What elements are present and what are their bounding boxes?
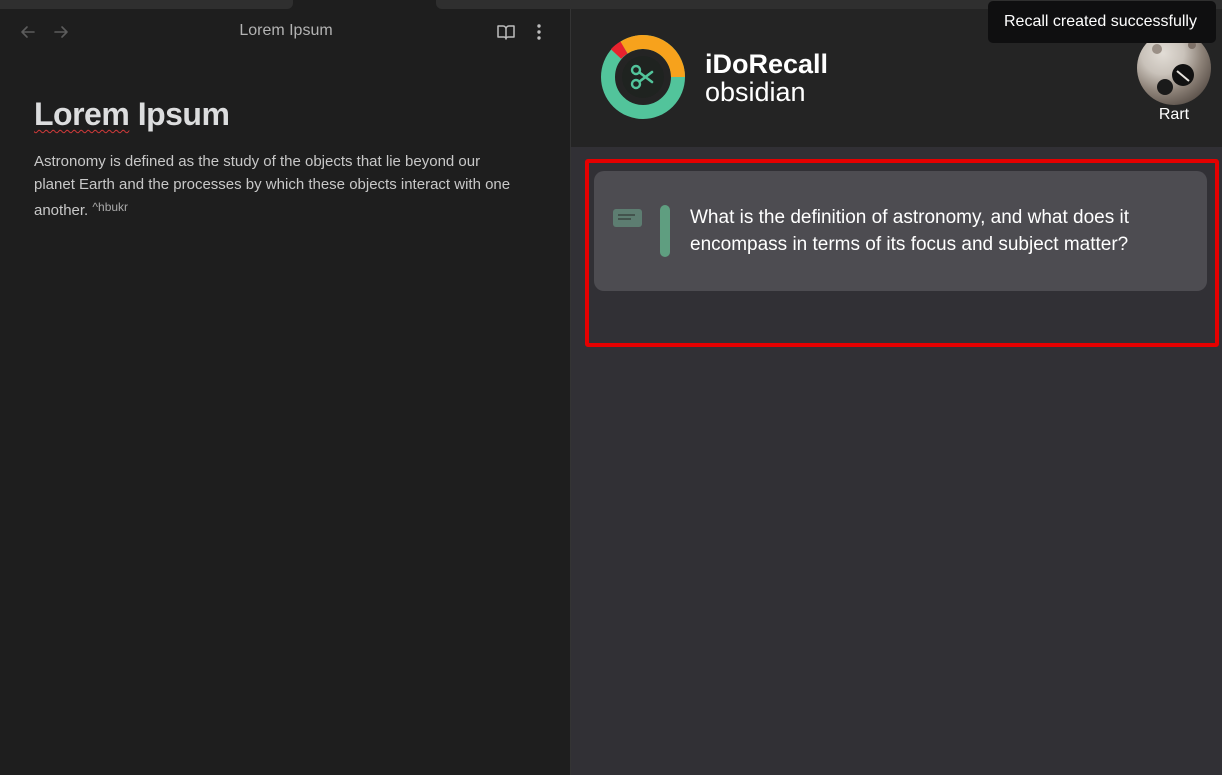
tab-edge-left[interactable] — [0, 0, 293, 9]
note-body[interactable]: Astronomy is defined as the study of the… — [34, 150, 524, 222]
more-options-button[interactable] — [530, 21, 548, 43]
brand-subtitle: obsidian — [705, 77, 806, 107]
success-toast: Recall created successfully — [988, 1, 1216, 43]
brand-name: iDoRecall — [705, 49, 829, 79]
recall-question: What is the definition of astronomy, and… — [690, 207, 1129, 255]
idorecall-pane: iDoRecall obsidian Rart What is the defi… — [571, 9, 1222, 775]
reading-view-button[interactable] — [495, 21, 517, 43]
user-name: Rart — [1158, 106, 1190, 123]
note-title-word-2: Ipsum — [137, 96, 230, 132]
arrow-right-icon — [54, 26, 68, 38]
message-lines-icon — [613, 209, 642, 227]
note-title[interactable]: Lorem Ipsum — [34, 95, 230, 133]
back-button[interactable] — [17, 21, 39, 43]
block-reference: ^hbukr — [92, 200, 129, 214]
forward-button[interactable] — [50, 21, 72, 43]
more-vertical-icon — [537, 24, 541, 40]
recall-card[interactable]: What is the definition of astronomy, and… — [594, 171, 1207, 291]
card-accent-bar — [660, 205, 670, 257]
scissors-icon — [601, 35, 685, 119]
note-header-title[interactable]: Lorem Ipsum — [186, 21, 386, 41]
book-open-icon — [497, 25, 515, 40]
note-pane: Lorem Ipsum Lorem Ipsum Astronomy is def… — [0, 9, 570, 775]
arrow-left-icon — [21, 26, 35, 38]
note-title-word-1: Lorem — [34, 96, 130, 132]
